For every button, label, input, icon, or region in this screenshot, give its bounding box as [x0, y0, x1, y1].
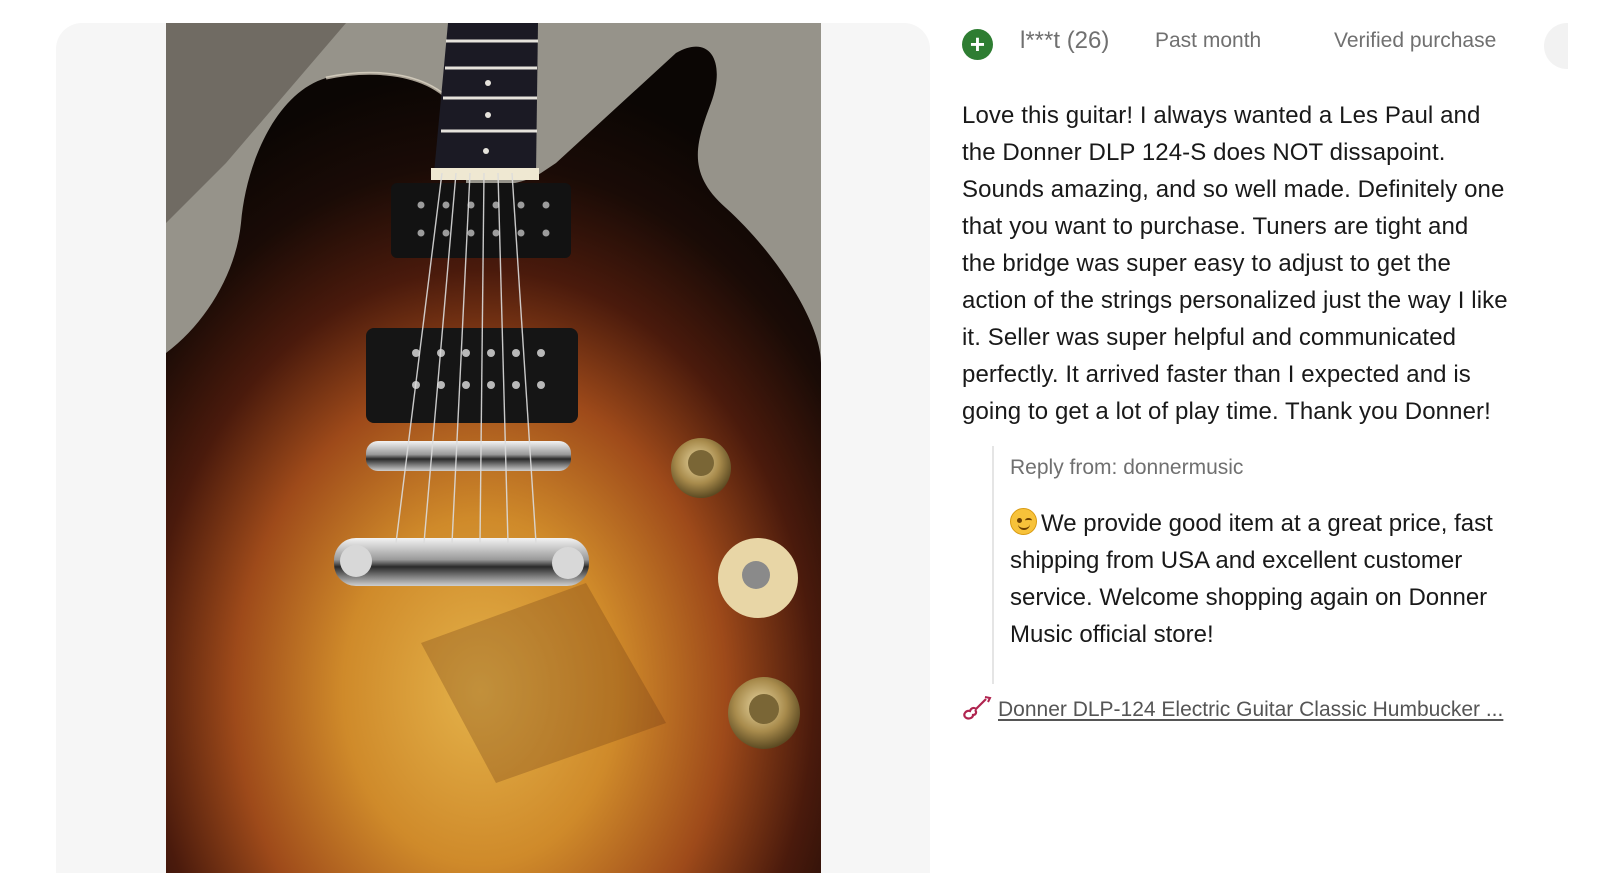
- guitar-icon: [962, 695, 992, 721]
- product-link-text[interactable]: Donner DLP-124 Electric Guitar Classic H…: [998, 698, 1503, 721]
- review-date: Past month: [1155, 29, 1262, 52]
- winking-face-icon: [1010, 508, 1037, 535]
- review-line: the bridge was super easy to adjust to g…: [962, 250, 1451, 277]
- reply-from-label: Reply from: donnermusic: [1010, 456, 1244, 479]
- reply-line: service. Welcome shopping again on Donne…: [1010, 584, 1488, 611]
- reviewer-name[interactable]: l***t (26): [1020, 27, 1109, 55]
- review-line: going to get a lot of play time. Thank y…: [962, 398, 1491, 425]
- reply-text: We provide good item at a great price, f…: [1010, 505, 1552, 653]
- review-line: Sounds amazing, and so well made. Defini…: [962, 176, 1505, 203]
- review-line: it. Seller was super helpful and communi…: [962, 324, 1457, 351]
- review-line: that you want to purchase. Tuners are ti…: [962, 213, 1469, 240]
- guitar-photo[interactable]: [166, 23, 821, 873]
- review-line: perfectly. It arrived faster than I expe…: [962, 361, 1471, 388]
- review-line: action of the strings personalized just …: [962, 287, 1508, 314]
- review-meta: + l***t (26) Past month Verified purchas…: [962, 23, 1568, 69]
- scroll-edge[interactable]: [1544, 23, 1568, 69]
- seller-reply: Reply from: donnermusic We provide good …: [992, 446, 1552, 684]
- review-photo-panel: [56, 23, 930, 873]
- verified-purchase-label: Verified purchase: [1334, 29, 1497, 52]
- plus-icon: +: [962, 29, 993, 60]
- review-card: + l***t (26) Past month Verified purchas…: [962, 23, 1568, 803]
- reply-line: shipping from USA and excellent customer: [1010, 547, 1463, 574]
- review-line: the Donner DLP 124-S does NOT dissapoint…: [962, 139, 1446, 166]
- product-link[interactable]: Donner DLP-124 Electric Guitar Classic H…: [962, 695, 1562, 722]
- review-text: Love this guitar! I always wanted a Les …: [962, 97, 1562, 430]
- review-line: Love this guitar! I always wanted a Les …: [962, 102, 1481, 129]
- reply-line: We provide good item at a great price, f…: [1041, 510, 1493, 537]
- reply-line: Music official store!: [1010, 621, 1214, 648]
